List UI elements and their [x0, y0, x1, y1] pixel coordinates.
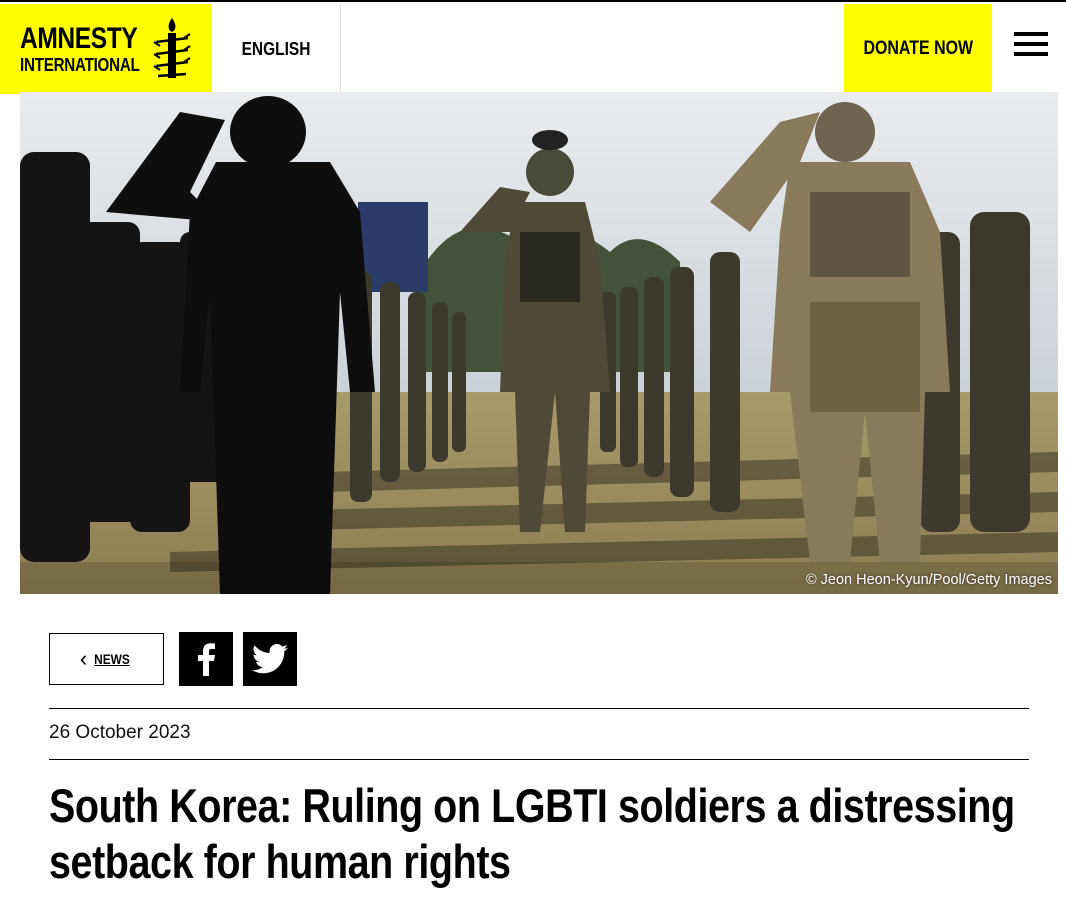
divider [49, 708, 1029, 709]
photo-credit: © Jeon Heon-Kyun/Pool/Getty Images [805, 572, 1052, 588]
candle-barbed-wire-icon [153, 18, 191, 78]
article-title: South Korea: Ruling on LGBTI soldiers a … [49, 779, 1015, 888]
chevron-left-icon: ‹ [79, 646, 88, 671]
facebook-share-button[interactable] [179, 632, 233, 686]
donate-button[interactable]: DONATE NOW [844, 4, 992, 94]
hero-photo-soldiers-saluting [20, 92, 1058, 594]
facebook-icon [198, 643, 215, 676]
hero-image: © Jeon Heon-Kyun/Pool/Getty Images [20, 92, 1058, 594]
article-date: 26 October 2023 [49, 722, 191, 743]
hamburger-menu-icon[interactable] [1014, 32, 1048, 64]
site-header: AMNESTY INTERNATIONAL ENGLISH DONATE NOW [0, 0, 1066, 94]
back-to-news-button[interactable]: ‹ NEWS [49, 633, 164, 685]
divider [49, 759, 1029, 760]
amnesty-logo[interactable]: AMNESTY INTERNATIONAL [0, 4, 212, 94]
language-selector[interactable]: ENGLISH [212, 4, 341, 94]
twitter-share-button[interactable] [243, 632, 297, 686]
twitter-icon [252, 644, 288, 674]
logo-wordmark: AMNESTY INTERNATIONAL [20, 21, 140, 75]
